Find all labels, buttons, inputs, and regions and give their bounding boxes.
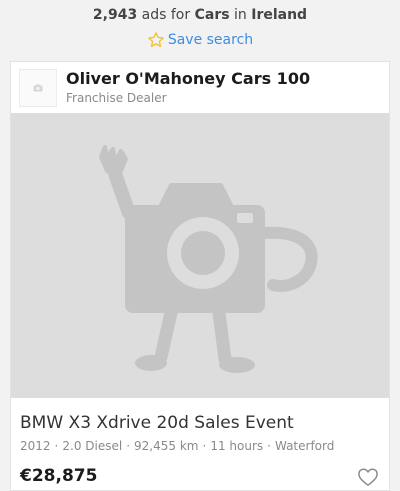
camera-placeholder-icon (33, 84, 43, 92)
dealer-name: Oliver O'Mahoney Cars 100 (66, 69, 311, 88)
results-count-text-in: in (234, 7, 247, 23)
dealer-header[interactable]: Oliver O'Mahoney Cars 100 Franchise Deal… (11, 62, 389, 112)
ad-meta: 2012 · 2.0 Diesel · 92,455 km · 11 hours · Water… (20, 439, 334, 454)
ad-posted-time: 11 hours (210, 439, 264, 453)
meta-separator: · (54, 439, 59, 453)
results-location: Ireland (251, 7, 308, 23)
ad-mileage: 92,455 km (134, 439, 199, 453)
results-count-text: ads for (141, 7, 191, 23)
meta-separator: · (202, 439, 207, 453)
results-header: 2,943 ads for Cars in Ireland Save searc… (0, 0, 400, 60)
ad-title[interactable]: BMW X3 Xdrive 20d Sales Event (20, 412, 294, 434)
results-count: 2,943 ads for Cars in Ireland (0, 6, 400, 24)
meta-separator: · (126, 439, 131, 453)
favourite-button[interactable] (357, 467, 379, 487)
dealer-logo (19, 69, 57, 107)
star-outline-icon (148, 32, 164, 48)
save-search-label: Save search (167, 32, 254, 48)
meta-separator: · (267, 439, 271, 453)
results-count-number: 2,943 (92, 7, 138, 23)
results-category: Cars (194, 7, 230, 23)
ad-image-placeholder[interactable] (11, 113, 389, 398)
listing-card[interactable]: Oliver O'Mahoney Cars 100 Franchise Deal… (10, 61, 390, 491)
ad-price: €28,875 (20, 466, 98, 486)
ad-year: 2012 (20, 439, 51, 453)
ad-location: Waterford (274, 439, 335, 453)
dealer-type: Franchise Dealer (66, 91, 167, 105)
save-search-button[interactable]: Save search (0, 31, 400, 49)
ad-engine: 2.0 Diesel (62, 439, 123, 453)
waving-camera-placeholder-icon (99, 145, 318, 373)
heart-outline-icon (358, 468, 378, 486)
